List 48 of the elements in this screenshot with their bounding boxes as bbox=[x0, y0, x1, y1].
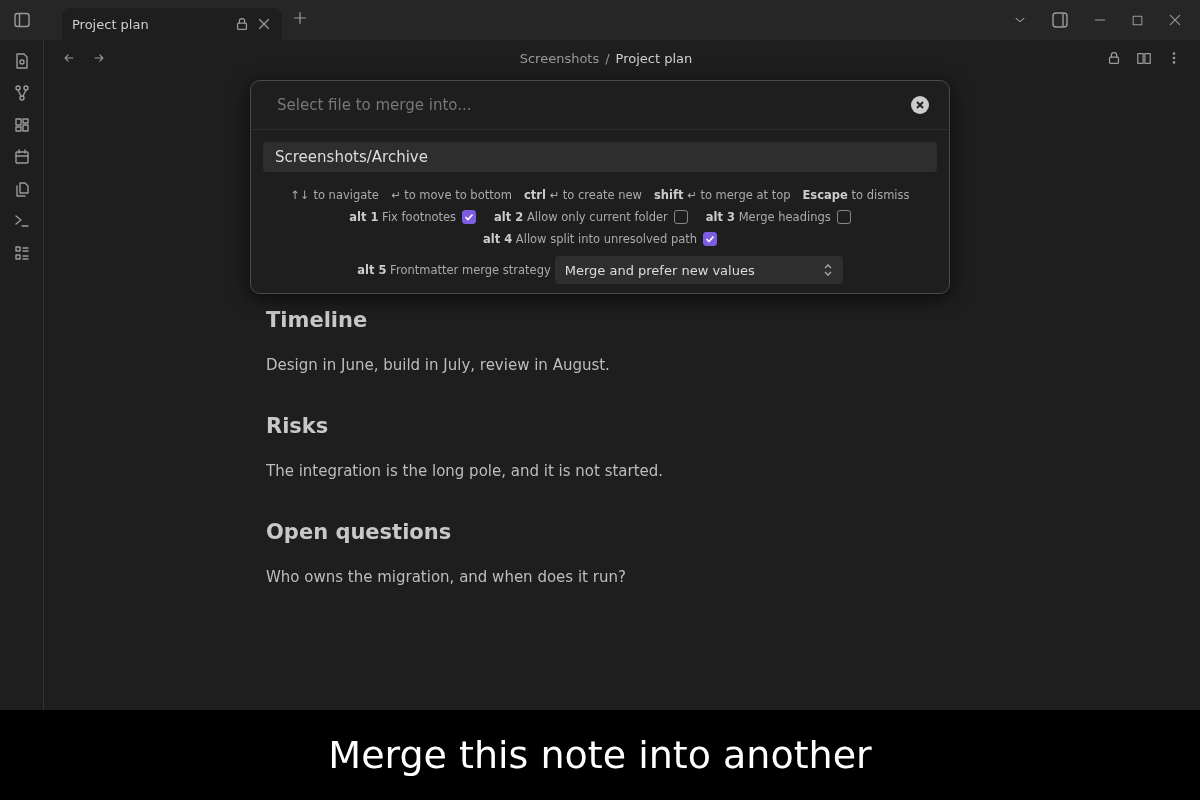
plus-icon[interactable] bbox=[292, 10, 308, 26]
option-checkbox[interactable] bbox=[703, 232, 718, 246]
option-label: alt 3 Merge headings bbox=[705, 210, 831, 224]
graph-icon[interactable] bbox=[12, 84, 31, 102]
note-paragraph: The integration is the long pole, and it is not started. bbox=[266, 462, 665, 480]
hotkey-hint: ctrl ↵ to create new bbox=[523, 188, 642, 202]
back-arrow-icon[interactable] bbox=[62, 51, 76, 65]
close-icon bbox=[915, 100, 925, 110]
option-label: alt 4 Allow split into unresolved path bbox=[482, 232, 698, 246]
note-heading: Open questions bbox=[266, 520, 453, 544]
suggestion-item[interactable]: Screenshots/Archive bbox=[263, 142, 937, 172]
breadcrumb-separator: / bbox=[605, 50, 610, 66]
maximize-icon[interactable] bbox=[1131, 13, 1144, 27]
book-icon[interactable] bbox=[1136, 50, 1152, 66]
list-icon[interactable] bbox=[12, 244, 31, 262]
caption-text: Merge this note into another bbox=[328, 733, 872, 777]
forward-arrow-icon[interactable] bbox=[92, 51, 106, 65]
grid-icon[interactable] bbox=[12, 116, 31, 134]
option-checkbox[interactable] bbox=[673, 210, 688, 224]
breadcrumb-folder[interactable]: Screenshots bbox=[519, 50, 600, 66]
lock-icon[interactable] bbox=[234, 16, 250, 32]
lock-icon[interactable] bbox=[1106, 50, 1122, 66]
updown-chevron-icon bbox=[822, 264, 833, 276]
hotkey-hint: Escape to dismiss bbox=[802, 188, 910, 202]
file-search-field[interactable]: Select file to merge into... bbox=[275, 95, 911, 115]
note-paragraph: Who owns the migration, and when does it run? bbox=[266, 568, 627, 586]
hotkey-hint: shift ↵ to merge at top bbox=[653, 188, 791, 202]
note-heading: Risks bbox=[266, 414, 330, 438]
breadcrumb-file[interactable]: Project plan bbox=[615, 50, 693, 66]
checkmark-icon bbox=[705, 234, 716, 244]
hotkey-hint: ↵ to move to bottom bbox=[390, 188, 512, 202]
note-heading: Timeline bbox=[266, 308, 369, 332]
sidebar-toggle-icon[interactable] bbox=[13, 11, 31, 29]
option-checkbox[interactable] bbox=[462, 210, 477, 224]
checkmark-icon bbox=[464, 212, 475, 222]
note-paragraph: Design in June, build in July, review in August. bbox=[266, 356, 611, 374]
clear-button[interactable] bbox=[911, 96, 929, 114]
option-label: alt 1 Fix footnotes bbox=[349, 210, 457, 224]
strategy-dropdown[interactable]: Merge and prefer new values bbox=[554, 256, 843, 284]
hotkey-hint: ↑↓ to navigate bbox=[290, 188, 379, 202]
option-checkbox[interactable] bbox=[836, 210, 851, 224]
panel-icon[interactable] bbox=[1051, 11, 1069, 29]
close-icon[interactable] bbox=[256, 16, 272, 32]
strategy-label: alt 5 Frontmatter merge strategy bbox=[357, 263, 551, 277]
close-icon[interactable] bbox=[1168, 13, 1182, 27]
note-tab[interactable]: Project plan bbox=[62, 8, 282, 40]
calendar-icon[interactable] bbox=[12, 148, 31, 166]
option-label: alt 2 Allow only current folder bbox=[494, 210, 668, 224]
